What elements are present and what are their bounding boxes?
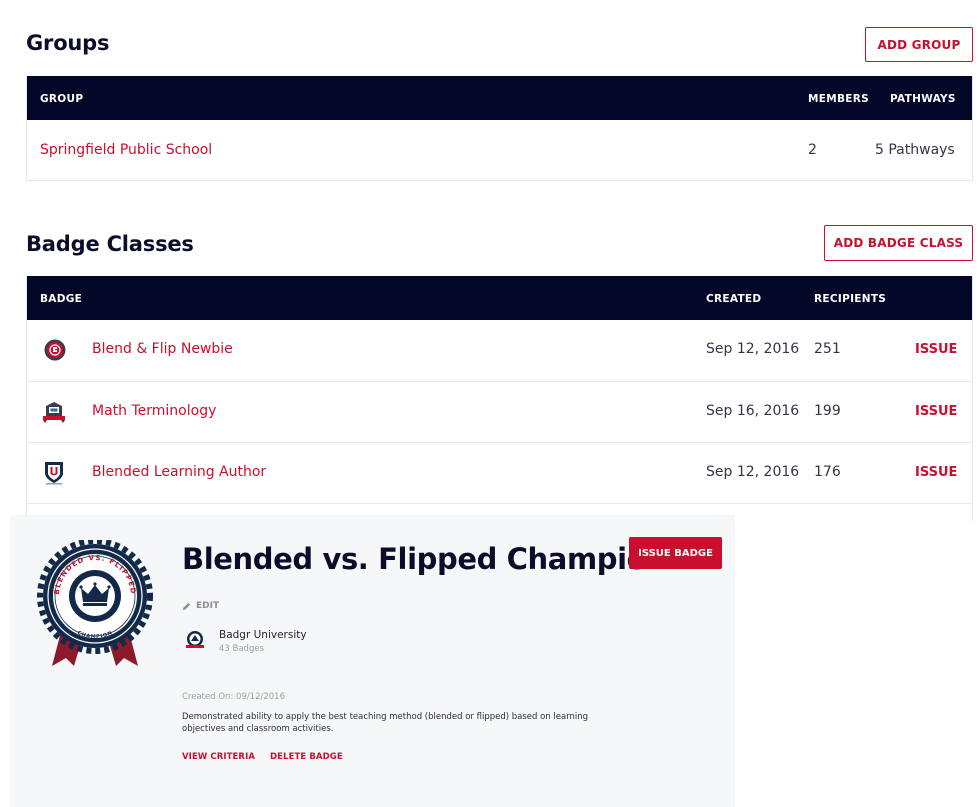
badge-created-date: Sep 12, 2016 (706, 464, 800, 480)
table-row: Math Terminology Sep 16, 2016 199 ISSUE (27, 381, 972, 442)
edit-label: EDIT (196, 601, 220, 611)
group-column-header: GROUP (40, 93, 84, 105)
badge-column-header: BADGE (40, 293, 83, 305)
badge-recipients-count: 199 (814, 403, 841, 419)
badge-recipients-count: 251 (814, 341, 841, 357)
issuer-name[interactable]: Badgr University (219, 629, 307, 641)
badge-classes-table: BADGE CREATED RECIPIENTS Blend & Flip Ne… (26, 276, 973, 523)
groups-title: Groups (26, 31, 110, 55)
table-row: Blend & Flip Newbie Sep 12, 2016 251 ISS… (27, 320, 972, 381)
groups-table: GROUP MEMBERS PATHWAYS Springfield Publi… (26, 76, 973, 181)
issuer-badge-count: 43 Badges (219, 644, 265, 654)
created-on-date: Created On: 09/12/2016 (182, 692, 285, 702)
groups-table-header: GROUP MEMBERS PATHWAYS (27, 76, 972, 120)
issue-badge-button[interactable]: ISSUE BADGE (629, 537, 722, 569)
badge-created-date: Sep 16, 2016 (706, 403, 800, 419)
badge-name-link[interactable]: Blended Learning Author (92, 464, 266, 480)
pencil-icon (182, 602, 191, 610)
table-row: Springfield Public School 2 5 Pathways (27, 120, 972, 180)
recipients-column-header: RECIPIENTS (814, 293, 887, 305)
table-row: Blended Learning Author Sep 12, 2016 176… (27, 442, 972, 503)
issue-link[interactable]: ISSUE (915, 465, 957, 480)
badge-newbie-icon (44, 339, 66, 361)
created-column-header: CREATED (706, 293, 762, 305)
badge-created-date: Sep 12, 2016 (706, 341, 800, 357)
screenshot-canvas: Groups ADD GROUP GROUP MEMBERS PATHWAYS … (0, 0, 979, 807)
issue-link[interactable]: ISSUE (915, 404, 957, 419)
badge-recipients-count: 176 (814, 464, 841, 480)
add-badge-class-button[interactable]: ADD BADGE CLASS (824, 225, 973, 261)
badge-author-icon (45, 462, 63, 485)
add-group-button[interactable]: ADD GROUP (865, 27, 973, 62)
issue-link[interactable]: ISSUE (915, 342, 957, 357)
members-column-header: MEMBERS (808, 93, 869, 105)
badge-detail-panel: BLENDED VS. FLIPPED CHAMPION Blended vs.… (10, 515, 735, 807)
delete-badge-link[interactable]: DELETE BADGE (270, 752, 343, 762)
group-pathways-count: 5 Pathways (875, 142, 955, 158)
view-criteria-link[interactable]: VIEW CRITERIA (182, 752, 255, 762)
badge-classes-title: Badge Classes (26, 232, 194, 256)
group-members-count: 2 (808, 142, 817, 158)
badge-name-link[interactable]: Blend & Flip Newbie (92, 341, 233, 357)
badge-detail-title: Blended vs. Flipped Champion (182, 542, 667, 576)
issuer-logo-icon (186, 631, 204, 648)
group-name-link[interactable]: Springfield Public School (40, 142, 212, 158)
badge-description: Demonstrated ability to apply the best t… (182, 712, 589, 734)
champion-badge-image: BLENDED VS. FLIPPED CHAMPION (37, 540, 153, 666)
edit-badge-link[interactable]: EDIT (182, 601, 219, 611)
badge-math-icon (43, 402, 65, 423)
badge-name-link[interactable]: Math Terminology (92, 403, 216, 419)
pathways-column-header: PATHWAYS (890, 93, 956, 105)
badge-classes-table-header: BADGE CREATED RECIPIENTS (27, 276, 972, 320)
